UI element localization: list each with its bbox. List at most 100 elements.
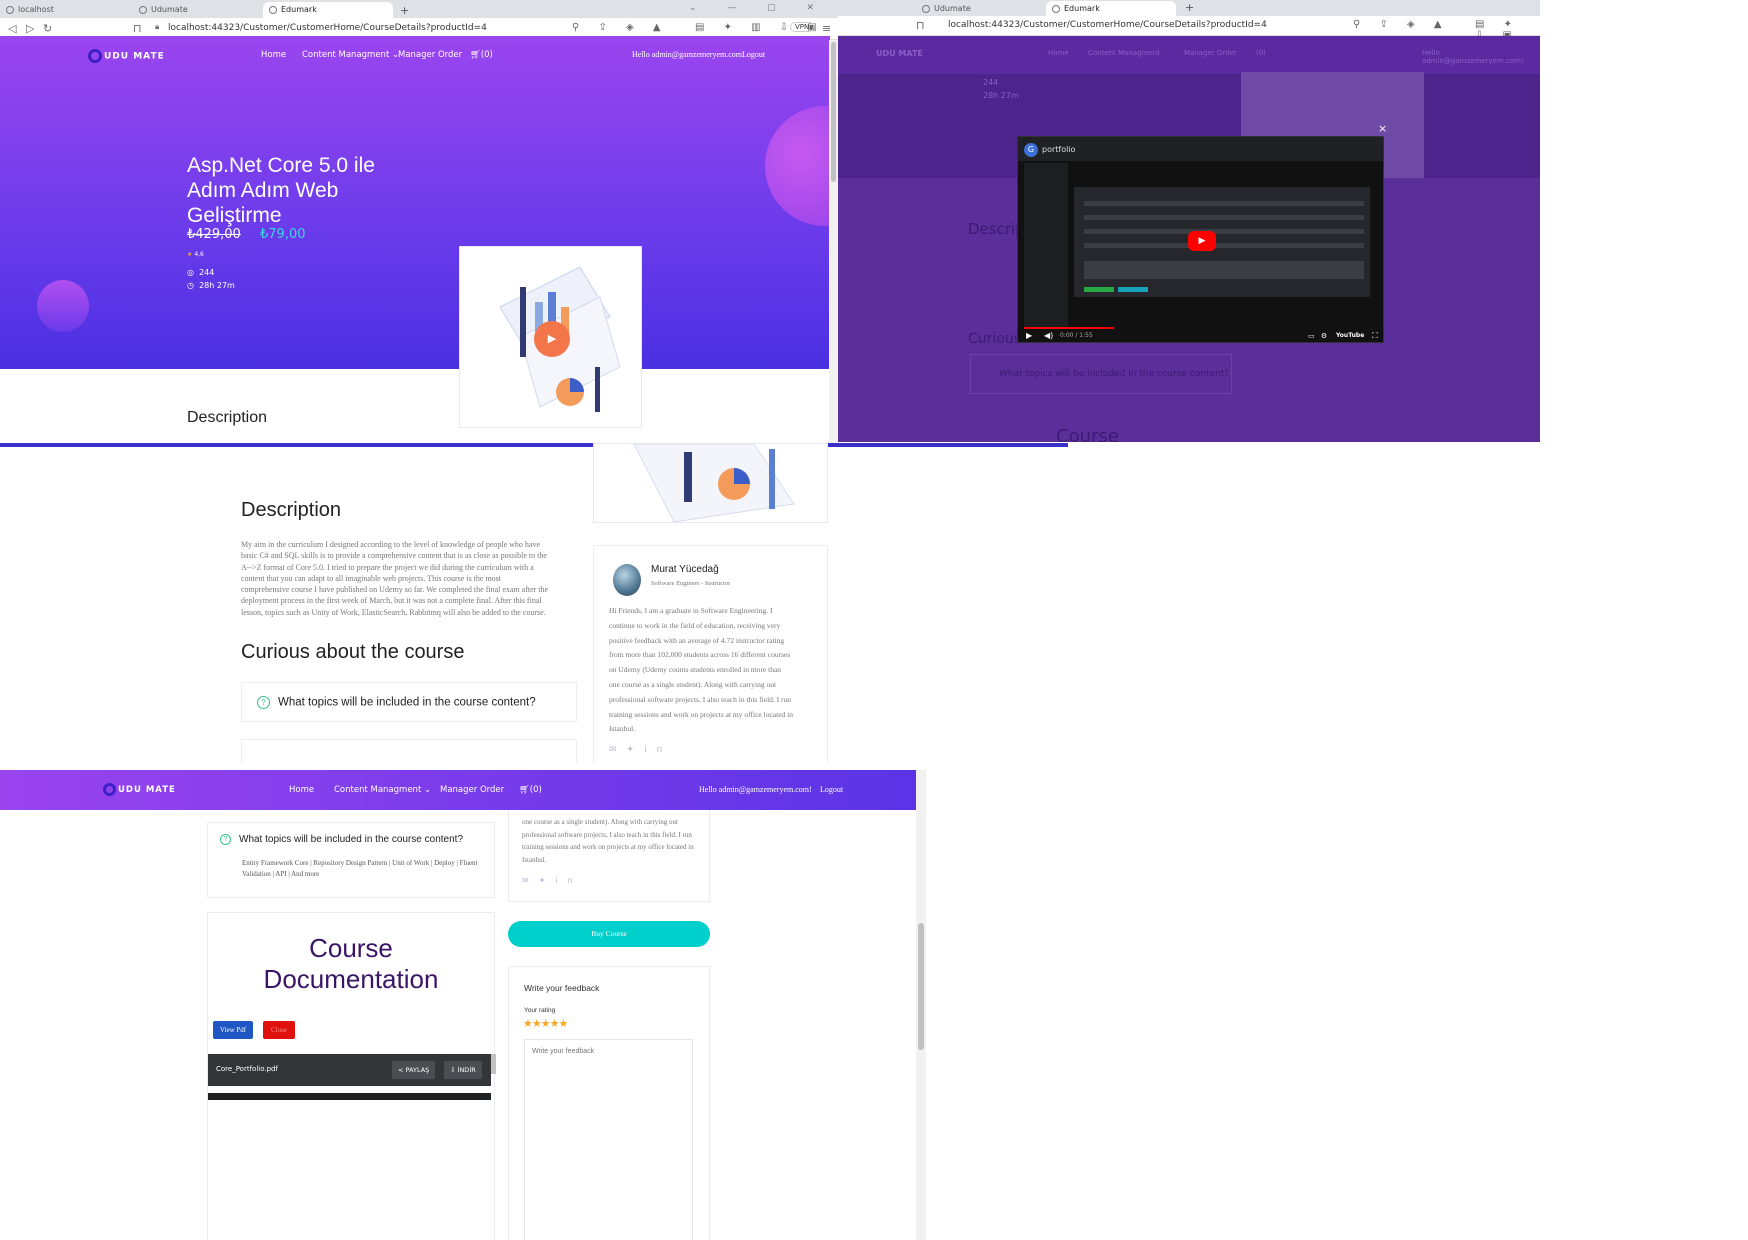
decor-circle xyxy=(37,280,89,332)
bio-line: Hi Friends, I am a graduate in Software … xyxy=(609,606,773,615)
close-pdf-button[interactable]: Close xyxy=(263,1021,295,1039)
play-icon[interactable]: ▶ xyxy=(1026,331,1032,340)
cart-icon: 🛒︎ xyxy=(470,50,481,60)
linkedin-icon[interactable]: in xyxy=(555,876,582,885)
volume-icon[interactable]: ◀︎) xyxy=(1044,331,1053,340)
course-preview[interactable]: ▶ xyxy=(459,246,642,428)
browser-tab-active[interactable]: Edumark xyxy=(1046,1,1176,17)
browser-tab[interactable]: Udumate xyxy=(916,1,1046,17)
site-logo[interactable]: UDU MATE xyxy=(103,783,176,796)
star-icon[interactable]: ★ xyxy=(523,1017,533,1030)
share-button[interactable]: < PAYLAŞ xyxy=(392,1061,436,1079)
buy-course-button[interactable]: Buy Course xyxy=(508,921,710,947)
bookmark-icon[interactable]: ⊓ xyxy=(133,22,142,35)
linkedin-icon[interactable]: in xyxy=(644,745,672,755)
video-sidebar xyxy=(1024,163,1068,328)
star-icon[interactable]: ★ xyxy=(550,1017,560,1030)
envelope-icon[interactable]: ✉ xyxy=(522,876,539,885)
star-icon[interactable]: ★ xyxy=(532,1017,542,1030)
url-text[interactable]: localhost:44323/Customer/CustomerHome/Co… xyxy=(948,20,1267,30)
logout-link[interactable]: Logout xyxy=(742,50,765,59)
modal-close-icon[interactable]: × xyxy=(1378,122,1387,135)
youtube-logo[interactable]: YouTube xyxy=(1336,332,1364,339)
course-preview[interactable] xyxy=(593,443,828,523)
fullscreen-icon[interactable]: ⛶ xyxy=(1372,331,1378,341)
channel-avatar[interactable]: G xyxy=(1024,143,1038,157)
youtube-player[interactable]: G portfolio ▶ ▶ ◀︎) 0:00 / 1:55 ▭ ⚙ YouT… xyxy=(1017,136,1384,343)
nav-home[interactable]: Home xyxy=(289,785,314,795)
lock-icon: 🔒︎ xyxy=(155,22,160,31)
description-line: comprehensive course I have published on… xyxy=(241,585,549,595)
logout-link[interactable]: Logout xyxy=(820,785,843,794)
rating: ★ 4,6 xyxy=(187,251,204,258)
pdf-scrollbar[interactable] xyxy=(491,1054,496,1074)
description-line: basic C# and SQL skills is to provide a … xyxy=(241,551,547,561)
faq-answer: Entity Framework Core | Repository Desig… xyxy=(242,858,478,880)
youtube-play-icon[interactable]: ▶ xyxy=(1188,231,1216,251)
feedback-textarea[interactable] xyxy=(524,1039,693,1240)
menu-icon[interactable]: ≡ xyxy=(822,22,831,35)
video-time: 0:00 / 1:55 xyxy=(1060,332,1093,339)
nav-cart[interactable]: 🛒︎(0) xyxy=(519,785,542,795)
url-text[interactable]: localhost:44323/Customer/CustomerHome/Co… xyxy=(168,23,487,33)
duration: ◷ 28h 27m xyxy=(187,281,235,290)
video-progress[interactable] xyxy=(1024,327,1114,329)
star-icon[interactable]: ★ xyxy=(559,1017,569,1030)
nav-home[interactable]: Home xyxy=(261,50,286,60)
description-line: lesson, topics such as Unity of Work, El… xyxy=(241,607,546,617)
bio-line: continue to work in the field of educati… xyxy=(609,620,781,630)
nav-label: Content Managment xyxy=(334,785,422,795)
faq-question: ? What topics will be included in the cou… xyxy=(257,696,536,709)
faq-question: ? What topics will be included in the cou… xyxy=(220,834,463,845)
dimmed-duration: 28h 27m xyxy=(983,91,1019,100)
new-tab-button[interactable]: + xyxy=(396,2,412,18)
dimmed-faq-box: What topics will be included in the cour… xyxy=(970,354,1232,394)
star-icon[interactable]: ★ xyxy=(541,1017,551,1030)
forward-icon[interactable]: ▷ xyxy=(26,22,34,35)
nav-content-management[interactable]: Content Managment ⌄ xyxy=(302,50,399,60)
play-button[interactable]: ▶ xyxy=(534,321,570,357)
nav-cart[interactable]: 🛒︎(0) xyxy=(470,50,493,60)
back-icon[interactable]: ◁ xyxy=(8,22,16,35)
pdf-file-name: Core_Portfolio.pdf xyxy=(216,1065,278,1073)
nav-content-management[interactable]: Content Managment ⌄ xyxy=(334,785,431,795)
dimmed-doc-title: Course xyxy=(1056,426,1119,442)
twitter-icon[interactable]: ✦ xyxy=(627,745,645,755)
settings-icon[interactable]: ▭ ⚙ xyxy=(1308,332,1329,340)
download-button[interactable]: ⇩ İNDİR xyxy=(444,1061,482,1079)
new-tab-button[interactable]: + xyxy=(1181,0,1195,16)
nav-manager-order[interactable]: Manager Order xyxy=(440,785,504,795)
social-links: ✉✦in xyxy=(522,876,583,885)
bookmark-icon[interactable]: ⊓ xyxy=(916,19,925,32)
feedback-heading: Write your feedback xyxy=(524,983,600,993)
browser-tab[interactable]: localhost xyxy=(0,2,133,18)
scrollbar-thumb[interactable] xyxy=(918,923,924,1050)
star-icon: ★ xyxy=(187,251,193,258)
video-title[interactable]: portfolio xyxy=(1042,145,1075,154)
faq-item[interactable]: ? What topics will be included in the cou… xyxy=(241,682,577,722)
modal-backdrop[interactable]: UDU MATE Home Content Managment Manager … xyxy=(838,36,1540,442)
vpn-badge[interactable]: VPN xyxy=(790,22,815,32)
rating-stars[interactable]: ★★★★★ xyxy=(523,1017,569,1030)
toolbar-icons[interactable]: ⚲ ⇪ ◈ ▲ xyxy=(1353,19,1450,30)
browser-tab[interactable]: Udumate xyxy=(133,2,263,18)
scrollbar-thumb[interactable] xyxy=(831,42,836,182)
scrollbar[interactable] xyxy=(916,770,926,1240)
twitter-icon[interactable]: ✦ xyxy=(539,876,556,885)
view-pdf-button[interactable]: View Pdf xyxy=(213,1021,253,1039)
scrollbar[interactable] xyxy=(829,40,838,445)
toolbar-icons[interactable]: ⚲ ⇪ ◈ ▲ xyxy=(572,22,669,33)
browser-tab-active[interactable]: Edumark xyxy=(263,2,393,18)
reload-icon[interactable]: ↻ xyxy=(43,22,52,35)
tab-label: localhost xyxy=(18,5,54,14)
faq-item-expanded[interactable]: ? What topics will be included in the cou… xyxy=(207,822,495,898)
feedback-card: Write your feedback Your rating ★★★★★ xyxy=(508,966,710,1240)
window-controls[interactable]: ⌄ — ▢ ✕ xyxy=(689,3,828,13)
globe-icon xyxy=(269,6,277,14)
title-line: Geliştirme xyxy=(187,204,282,227)
nav-manager-order[interactable]: Manager Order xyxy=(398,50,462,60)
faq-item[interactable] xyxy=(241,739,577,763)
site-logo[interactable]: UDU MATE xyxy=(88,49,165,63)
instructor-name: Murat Yücedağ xyxy=(651,564,719,575)
envelope-icon[interactable]: ✉ xyxy=(609,745,627,755)
